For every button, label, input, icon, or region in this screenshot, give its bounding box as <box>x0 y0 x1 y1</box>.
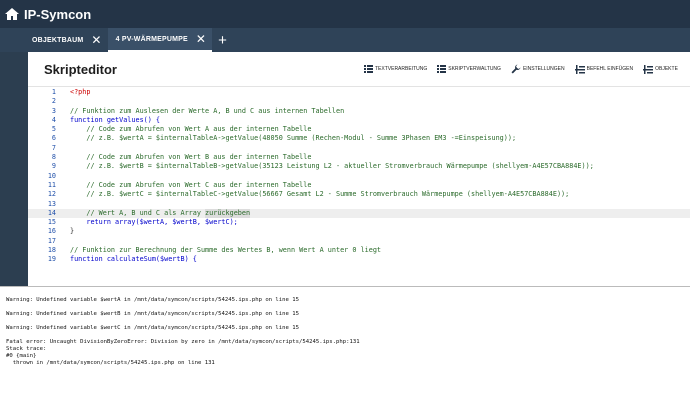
console-line: Warning: Undefined variable $wertB in /m… <box>6 311 299 317</box>
line-number: 12 <box>47 190 56 199</box>
line-text: function getValues() { <box>70 115 161 124</box>
line-number: 10 <box>47 171 56 180</box>
code-line[interactable]: 3 // Funktion zum Auslesen der Werte A, B… <box>28 107 690 116</box>
line-number: 18 <box>47 246 56 255</box>
line-number: 2 <box>51 97 56 106</box>
toolbar-label: EINSTELLUNGEN <box>522 66 565 72</box>
tab-objektbaum[interactable]: OBJEKTBAUM ✕ <box>0 28 108 52</box>
code-line[interactable]: 19 function calculateSum($wertB) { <box>28 255 690 264</box>
tab-label: 4 PV-WÄRMEPUMPE <box>115 35 188 43</box>
line-number: 8 <box>51 153 56 162</box>
line-number: 14 <box>47 208 56 217</box>
tab-pv-waermepumpe[interactable]: 4 PV-WÄRMEPUMPE ✕ <box>107 28 213 52</box>
code-line[interactable]: 4 function getValues() { <box>28 116 690 125</box>
console-line: Warning: Undefined variable $wertC in /m… <box>6 325 299 331</box>
line-number: 4 <box>51 115 56 124</box>
toolbar-label: TEXTVERARBEITUNG <box>375 66 428 72</box>
line-text: // z.B. $wertB = $internalTableB->getVal… <box>70 162 594 171</box>
wrench-icon <box>511 64 521 74</box>
line-text: // Wert A, B und C als Array <box>70 208 206 217</box>
line-text: } <box>70 227 75 236</box>
script-management-button[interactable]: SKRIPTVERWALTUNG <box>437 65 501 73</box>
code-line[interactable]: 13 <box>28 200 690 209</box>
toolbar-label: SKRIPTVERWALTUNG <box>448 66 501 72</box>
page-title: Skripteditor <box>44 61 117 77</box>
line-number: 19 <box>47 255 56 264</box>
console-line: Fatal error: Uncaught DivisionByZeroErro… <box>6 339 360 345</box>
line-number: 6 <box>51 134 56 143</box>
console-line: thrown in /mnt/data/symcon/scripts/54245… <box>6 360 215 366</box>
code-line[interactable]: 8 // Code zum Abrufen von Wert B aus der… <box>28 153 690 162</box>
code-line[interactable]: 17 <box>28 237 690 246</box>
toolbar-label: OBJEKTE <box>655 66 678 72</box>
editor-toolbar: TEXTVERARBEITUNG SKRIPTVERWALTUNG EINSTE… <box>364 64 688 74</box>
line-text: // Funktion zum Auslesen der Werte A, B … <box>70 106 345 115</box>
app-title: IP-Symcon <box>24 6 92 22</box>
list-icon <box>364 65 373 73</box>
console-line: Stack trace: <box>6 346 47 352</box>
code-line[interactable]: 16} <box>28 227 690 236</box>
code-line[interactable]: 6 // z.B. $wertA = $internalTableA->getV… <box>28 134 690 143</box>
insert-command-button[interactable]: BEFEHL EINFÜGEN <box>574 64 634 74</box>
app-header: IP-Symcon <box>0 0 690 28</box>
insert-icon <box>643 64 654 74</box>
editor-header: Skripteditor TEXTVERARBEITUNG SKRIPTVERW… <box>28 52 690 87</box>
code-editor[interactable]: 1 <?php 2 3 // Funktion zum Auslesen der Wer… <box>28 88 690 278</box>
script-editor-panel: Skripteditor TEXTVERARBEITUNG SKRIPTVERW… <box>28 52 690 286</box>
code-line[interactable]: 15 return array($wertA, $wertB, $wertC); <box>28 218 690 227</box>
code-line[interactable]: 2 <box>28 97 690 106</box>
close-icon[interactable]: ✕ <box>91 33 101 47</box>
line-text: // Code zum Abrufen von Wert C aus der i… <box>70 180 312 189</box>
line-number: 9 <box>51 162 56 171</box>
code-line[interactable]: 14 // Wert A, B und C als Array zurückge… <box>28 208 690 219</box>
list-icon <box>437 65 447 73</box>
selected-text: zurückgeben <box>205 208 251 219</box>
console-line: #0 {main} <box>6 353 37 359</box>
line-text: function calculateSum($wertB) { <box>70 255 197 264</box>
code-line[interactable]: 11 // Code zum Abrufen von Wert C aus de… <box>28 181 690 190</box>
line-number: 11 <box>47 180 56 189</box>
objects-button[interactable]: OBJEKTE <box>643 64 678 74</box>
line-text: // z.B. $wertA = $internalTableA->getVal… <box>70 134 517 143</box>
line-number: 15 <box>47 218 56 227</box>
tab-bar: OBJEKTBAUM ✕ 4 PV-WÄRMEPUMPE ✕ + <box>0 28 690 52</box>
toolbar-label: BEFEHL EINFÜGEN <box>586 66 634 72</box>
text-processing-button[interactable]: TEXTVERARBEITUNG <box>364 65 427 73</box>
home-icon[interactable] <box>4 6 20 22</box>
code-line[interactable]: 10 <box>28 172 690 181</box>
insert-icon <box>574 64 585 74</box>
line-text: return array($wertA, $wertB, $wertC); <box>70 218 238 227</box>
line-text: // Code zum Abrufen von Wert B aus der i… <box>70 153 312 162</box>
add-tab-button[interactable]: + <box>212 28 233 52</box>
code-line[interactable]: 18 // Funktion zur Berechnung der Summe d… <box>28 246 690 255</box>
line-number: 16 <box>47 227 56 236</box>
code-line[interactable]: 9 // z.B. $wertB = $internalTableB->getV… <box>28 162 690 171</box>
line-number: 13 <box>47 199 56 208</box>
code-line[interactable]: 1 <?php <box>28 88 690 97</box>
line-number: 3 <box>51 106 56 115</box>
line-number: 7 <box>51 143 56 152</box>
tab-label: OBJEKTBAUM <box>32 36 84 44</box>
close-icon[interactable]: ✕ <box>196 32 206 46</box>
line-text: // Funktion zur Berechnung der Summe des… <box>70 246 381 255</box>
settings-button[interactable]: EINSTELLUNGEN <box>511 64 565 74</box>
console-line: Warning: Undefined variable $wertA in /m… <box>6 297 299 303</box>
line-text: // z.B. $wertC = $internalTableC->getVal… <box>70 190 570 199</box>
line-number: 1 <box>51 88 56 96</box>
code-line[interactable]: 5 // Code zum Abrufen von Wert A aus der… <box>28 125 690 134</box>
line-text: <?php <box>70 88 91 96</box>
line-number: 17 <box>47 236 56 245</box>
script-output-console: Warning: Undefined variable $wertA in /m… <box>0 286 690 412</box>
line-text: // Code zum Abrufen von Wert A aus der i… <box>70 125 312 134</box>
line-number: 5 <box>51 125 56 134</box>
code-line[interactable]: 12 // z.B. $wertC = $internalTableC->get… <box>28 190 690 199</box>
code-line[interactable]: 7 <box>28 144 690 153</box>
